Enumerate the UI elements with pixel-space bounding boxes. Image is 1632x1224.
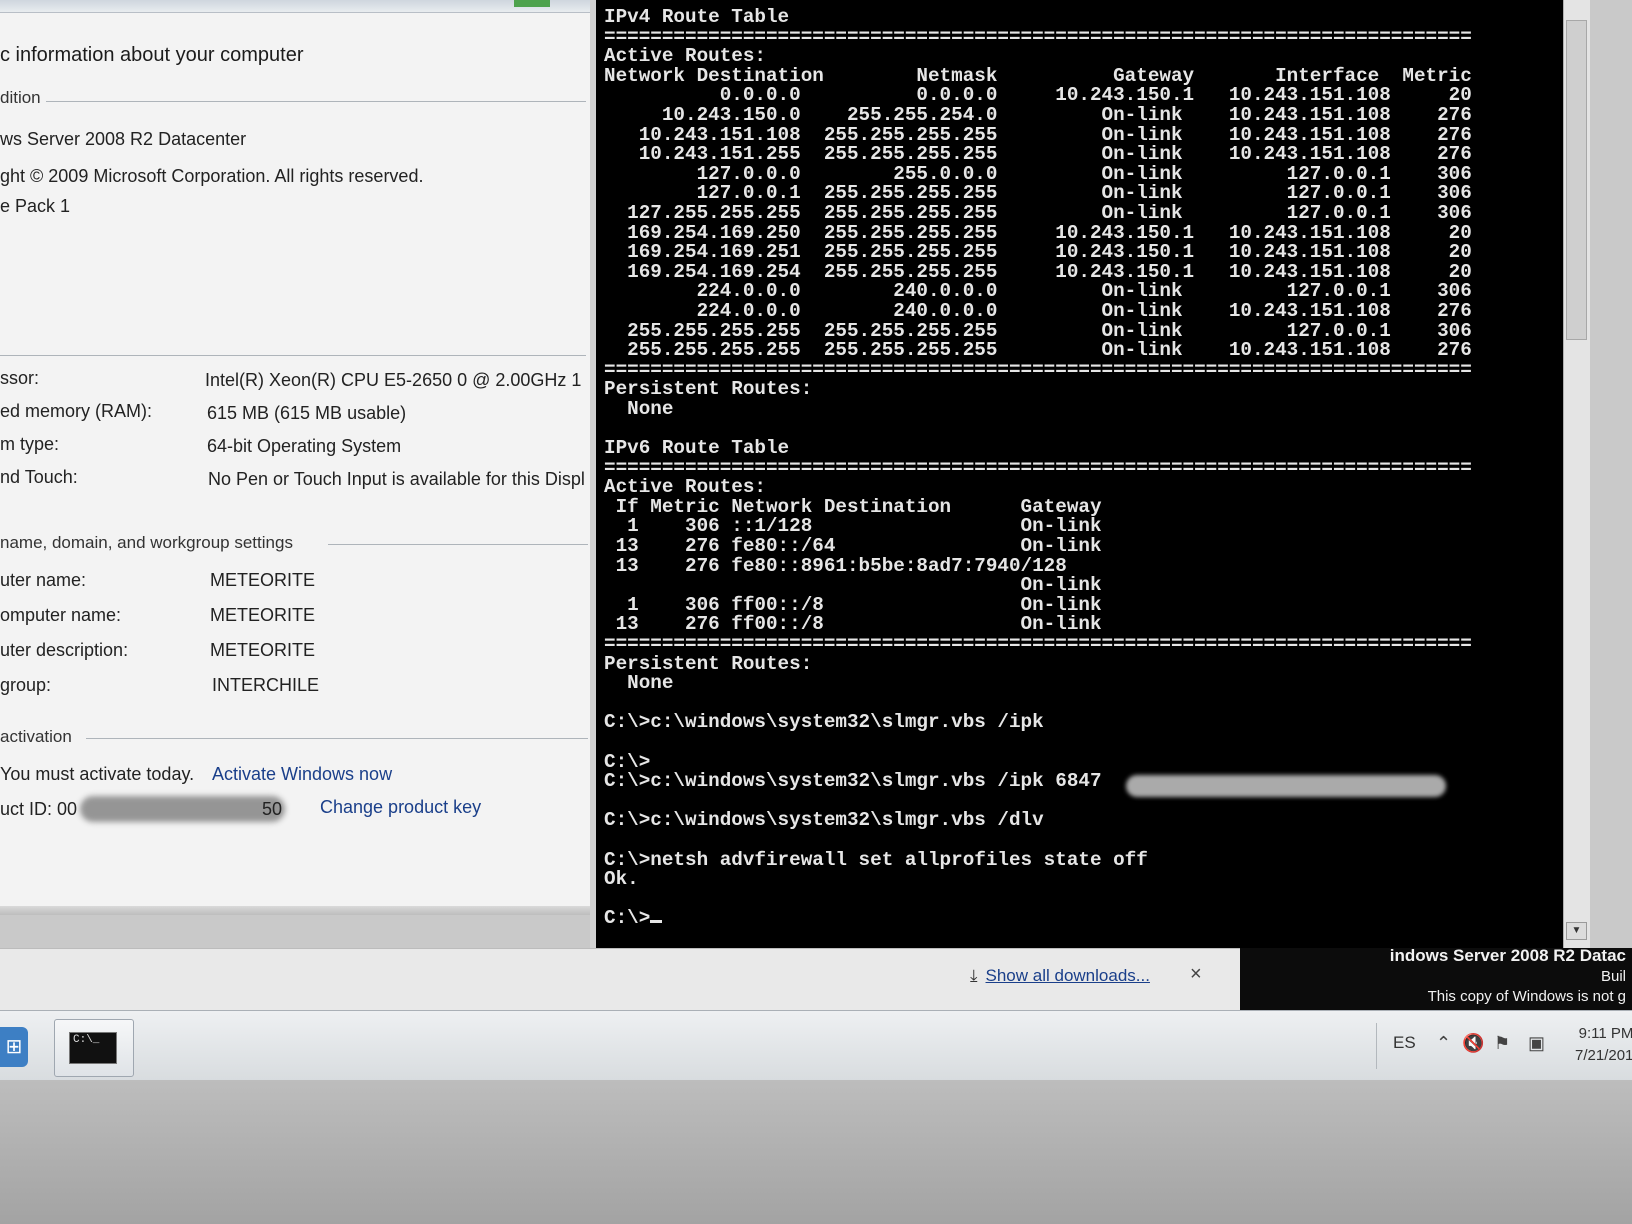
workgroup-value: INTERCHILE [212,675,320,695]
processor-label: ssor: [0,368,40,388]
console-scrollbar[interactable]: ▼ [1563,0,1590,948]
monitor-bezel [0,1080,1632,1224]
activate-windows-link[interactable]: Activate Windows now [212,764,392,785]
clock-date: 7/21/201 [1575,1047,1632,1064]
copyright-text: ght © 2009 Microsoft Corporation. All ri… [0,166,424,186]
computer-name-section-title: name, domain, and workgroup settings [0,533,293,552]
pen-touch-value: No Pen or Touch Input is available for t… [208,469,585,489]
product-key-redaction [1126,775,1446,797]
show-all-downloads-link[interactable]: ⤓ Show all downloads... [970,966,1150,986]
computer-description-label: uter description: [0,640,129,660]
activation-section-title: activation [0,727,72,746]
download-bar: ⤓ Show all downloads... × [0,948,1240,1011]
change-product-key-link[interactable]: Change product key [320,797,481,818]
workgroup-label: group: [0,675,52,695]
product-id-label: uct ID: 00 [0,799,78,819]
close-download-bar-button[interactable]: × [1190,963,1202,986]
action-center-flag-icon[interactable]: ⚑ [1494,1033,1510,1054]
show-hidden-icons-chevron-icon[interactable]: ⌃ [1436,1033,1451,1054]
scroll-down-arrow-icon[interactable]: ▼ [1566,922,1587,940]
activation-status: You must activate today. [0,764,195,784]
edition-section-title: dition [0,88,41,107]
command-prompt-icon: C:\_ [69,1032,117,1064]
progress-indicator [514,0,550,7]
console-text-after: C:\>c:\windows\system32\slmgr.vbs /dlv C… [604,809,1148,891]
tray-divider [1376,1023,1377,1069]
input-language-indicator[interactable]: ES [1393,1033,1416,1053]
activation-divider [86,738,588,739]
taskbar-command-prompt-button[interactable]: C:\_ [54,1019,134,1077]
windows-edition-watermark: indows Server 2008 R2 Datac [1389,948,1626,965]
computer-name-label: uter name: [0,570,87,590]
clock-time: 9:11 PM [1578,1025,1632,1042]
windows-start-icon[interactable]: ⊞ [0,1027,28,1067]
service-pack: e Pack 1 [0,196,71,216]
scrollbar-thumb[interactable] [1566,20,1587,340]
system-properties-window: c information about your computer dition… [0,0,591,915]
console-text: IPv4 Route Table =======================… [604,6,1472,793]
memory-label: ed memory (RAM): [0,401,153,421]
volume-muted-icon[interactable]: 🔇 [1462,1033,1484,1054]
network-icon[interactable]: ▣ [1528,1033,1545,1054]
full-computer-name-value: METEORITE [210,605,316,625]
window-top-strip [0,0,590,13]
processor-value: Intel(R) Xeon(R) CPU E5-2650 0 @ 2.00GHz… [205,370,582,390]
build-watermark: Buil [1600,968,1626,985]
text-cursor [650,920,663,924]
pen-touch-label: nd Touch: [0,467,78,487]
console-prompt: C:\> [604,907,651,930]
download-arrow-icon: ⤓ [970,966,978,985]
product-id-tail: 50 [262,799,283,819]
product-id-redaction [80,796,285,822]
page-title: c information about your computer [0,44,304,66]
desktop-background: indows Server 2008 R2 Datac Buil This co… [1240,948,1632,1010]
full-computer-name-label: omputer name: [0,605,122,625]
system-type-value: 64-bit Operating System [207,436,402,456]
os-name: ws Server 2008 R2 Datacenter [0,129,247,149]
computer-description-value: METEORITE [210,640,316,660]
computer-name-divider [328,544,588,545]
edition-divider [46,101,586,102]
show-all-downloads-label: Show all downloads... [985,966,1150,985]
system-type-label: m type: [0,434,60,454]
computer-name-value: METEORITE [210,570,316,590]
clock[interactable]: 9:11 PM 7/21/201 [1575,1023,1632,1067]
command-prompt-window[interactable]: IPv4 Route Table =======================… [590,0,1590,948]
window-bottom-border [0,906,590,915]
not-genuine-watermark: This copy of Windows is not g [1427,988,1626,1005]
memory-value: 615 MB (615 MB usable) [207,403,407,423]
system-divider [0,355,586,356]
taskbar: ⊞ C:\_ ES ⌃ 🔇 ⚑ ▣ 9:11 PM 7/21/201 [0,1010,1632,1081]
